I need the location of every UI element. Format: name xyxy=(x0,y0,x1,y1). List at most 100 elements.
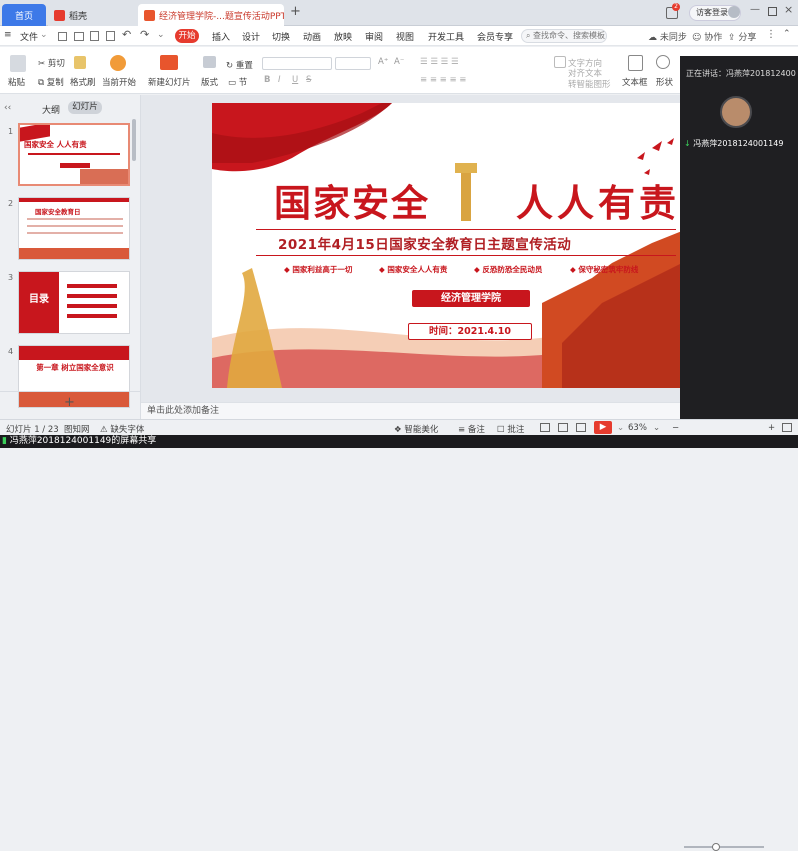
reading-view-icon[interactable] xyxy=(576,423,586,432)
smart-beautify-button[interactable]: ❖ 智能美化 xyxy=(394,423,438,435)
zoom-in-button[interactable]: + xyxy=(768,423,775,433)
outline-tab[interactable]: 大纲 xyxy=(42,103,60,116)
print-icon[interactable] xyxy=(74,32,84,41)
format-painter-button[interactable]: 格式刷 xyxy=(70,76,96,88)
text-box-small-icon[interactable] xyxy=(554,56,566,68)
avatar xyxy=(720,96,752,128)
collab-button[interactable]: ☺ 协作 xyxy=(692,30,722,43)
zoom-out-button[interactable]: − xyxy=(672,423,679,433)
reset-button[interactable]: ↻ 重置 xyxy=(226,59,253,71)
tab-start[interactable]: 开始 xyxy=(175,29,199,43)
tab-animation[interactable]: 动画 xyxy=(303,30,321,43)
tab-member[interactable]: 会员专享 xyxy=(477,30,513,43)
save-icon[interactable] xyxy=(58,32,67,41)
notes-toggle-button[interactable]: ≡ 备注 xyxy=(458,423,485,435)
share-label: 分享 xyxy=(738,33,757,43)
cut-button[interactable]: ✂ 剪切 xyxy=(38,57,65,69)
play-options-icon[interactable]: ⌄ xyxy=(617,423,624,433)
align-icons[interactable]: ≡ ≡ ≡ ≡ ≡ xyxy=(420,75,466,85)
tab-transition[interactable]: 切换 xyxy=(272,30,290,43)
new-tab-button[interactable]: + xyxy=(290,4,301,19)
slide-thumbnail[interactable]: 国家安全 人人有责 xyxy=(18,123,130,186)
hamburger-icon[interactable]: ≡ xyxy=(4,30,12,40)
avatar[interactable] xyxy=(728,6,740,18)
undo-icon[interactable]: ↶ xyxy=(122,28,131,41)
collapse-ribbon-icon[interactable]: ⌃ xyxy=(783,29,791,39)
chevron-down-icon[interactable]: ⌄ xyxy=(40,30,48,40)
copy-button[interactable]: ⧉ 复制 xyxy=(38,76,64,88)
slogan-item[interactable]: ◆ 保守秘密筑牢防线 xyxy=(570,264,638,275)
from-current-button[interactable]: 当前开始 xyxy=(102,76,136,88)
new-slide-icon[interactable] xyxy=(160,55,178,70)
slogan-item[interactable]: ◆ 国家安全人人有责 xyxy=(379,264,447,275)
format-painter-icon xyxy=(74,56,86,69)
more-options-icon[interactable]: ⋮ xyxy=(766,29,776,40)
bullet-list-icon[interactable]: ☰ ☰ ☰ ☰ xyxy=(420,57,459,67)
layout-button[interactable]: 版式 xyxy=(201,76,218,88)
play-icon[interactable] xyxy=(110,55,126,71)
normal-view-icon[interactable] xyxy=(540,423,550,432)
slide-subtitle[interactable]: 2021年4月15日国家安全教育日主题宣传活动 xyxy=(278,233,571,253)
sync-status[interactable]: ☁ 未同步 xyxy=(648,30,687,43)
missing-font-button[interactable]: ⚠ 缺失字体 xyxy=(100,423,144,435)
date-label[interactable]: 时间：2021.4.10 xyxy=(408,323,532,340)
slogan-item[interactable]: ◆ 反恐防恐全民动员 xyxy=(474,264,542,275)
section-button[interactable]: ▭ 节 xyxy=(228,76,247,88)
share-button[interactable]: ⇪ 分享 xyxy=(728,30,756,43)
tab-developer[interactable]: 开发工具 xyxy=(428,30,464,43)
paste-icon[interactable] xyxy=(10,55,26,72)
org-label[interactable]: 经济管理学院 xyxy=(412,290,530,307)
slide-title-left[interactable]: 国家安全 xyxy=(274,173,430,227)
zoom-level[interactable]: 63% xyxy=(628,423,647,433)
tab-insert[interactable]: 插入 xyxy=(212,30,230,43)
slides-tab[interactable]: 幻灯片 xyxy=(68,101,102,114)
slide-title-right[interactable]: 人人有责 xyxy=(516,173,680,227)
tab-view[interactable]: 视图 xyxy=(396,30,414,43)
tab-home[interactable]: 首页 xyxy=(2,4,46,26)
new-slide-button[interactable]: 新建幻灯片 xyxy=(148,76,191,88)
chevron-down-icon[interactable]: ⌄ xyxy=(653,423,660,433)
italic-button[interactable]: I xyxy=(278,75,281,85)
underline-button[interactable]: U xyxy=(292,75,298,85)
play-slideshow-button[interactable]: ▶ xyxy=(594,421,612,434)
command-search-input[interactable]: ⌕ 查找命令、搜索模板 xyxy=(521,29,607,43)
strike-button[interactable]: S xyxy=(306,75,311,85)
shape-button[interactable]: 形状 xyxy=(656,76,673,88)
redo-icon[interactable]: ↷ xyxy=(140,28,149,41)
increase-font-icon[interactable]: A⁺ xyxy=(378,57,388,67)
slogan-item[interactable]: ◆ 国家利益高于一切 xyxy=(284,264,352,275)
tab-design[interactable]: 设计 xyxy=(242,30,260,43)
font-family-select[interactable] xyxy=(262,57,332,70)
slide-canvas[interactable]: 国家安全 人人有责 2021年4月15日国家安全教育日主题宣传活动 ◆ 国家利益… xyxy=(212,103,719,388)
thumbnail-line xyxy=(67,284,117,288)
fit-window-icon[interactable] xyxy=(782,423,792,432)
maximize-icon[interactable] xyxy=(768,7,777,16)
font-size-select[interactable] xyxy=(335,57,371,70)
slide-thumbnail[interactable]: 目录 xyxy=(18,271,130,334)
text-frame-button[interactable]: 文本框 xyxy=(622,76,648,88)
preview-icon[interactable] xyxy=(106,31,115,41)
paste-button[interactable]: 粘贴 xyxy=(8,76,25,88)
minimize-icon[interactable]: — xyxy=(750,4,760,15)
slide-thumbnail[interactable]: 国家安全教育日 xyxy=(18,197,130,260)
more-icon[interactable]: ⌄ xyxy=(157,30,165,40)
tab-docer[interactable]: 稻壳 xyxy=(48,4,138,26)
convert-smart-button[interactable]: 转智能图形 xyxy=(568,78,611,90)
tab-review[interactable]: 审阅 xyxy=(365,30,383,43)
zoom-slider-handle[interactable] xyxy=(712,843,720,851)
zoom-slider[interactable] xyxy=(684,846,764,848)
export-icon[interactable] xyxy=(90,31,99,41)
sorter-view-icon[interactable] xyxy=(558,423,568,432)
notes-area[interactable]: 单击此处添加备注 xyxy=(141,402,680,419)
theme-name[interactable]: 图知网 xyxy=(64,423,90,435)
decrease-font-icon[interactable]: A⁻ xyxy=(394,57,404,67)
menu-file[interactable]: 文件 xyxy=(20,30,38,43)
close-window-icon[interactable]: × xyxy=(784,3,793,16)
tab-slideshow[interactable]: 放映 xyxy=(334,30,352,43)
collapse-panel-icon[interactable]: ‹‹ xyxy=(4,103,11,113)
comment-button[interactable]: ☐ 批注 xyxy=(497,423,524,435)
panel-scrollbar[interactable] xyxy=(132,119,136,161)
bold-button[interactable]: B xyxy=(264,75,270,85)
tab-document[interactable]: 经济管理学院-...题宣传活动PPT × xyxy=(138,4,284,26)
add-slide-button[interactable]: + xyxy=(64,395,75,410)
